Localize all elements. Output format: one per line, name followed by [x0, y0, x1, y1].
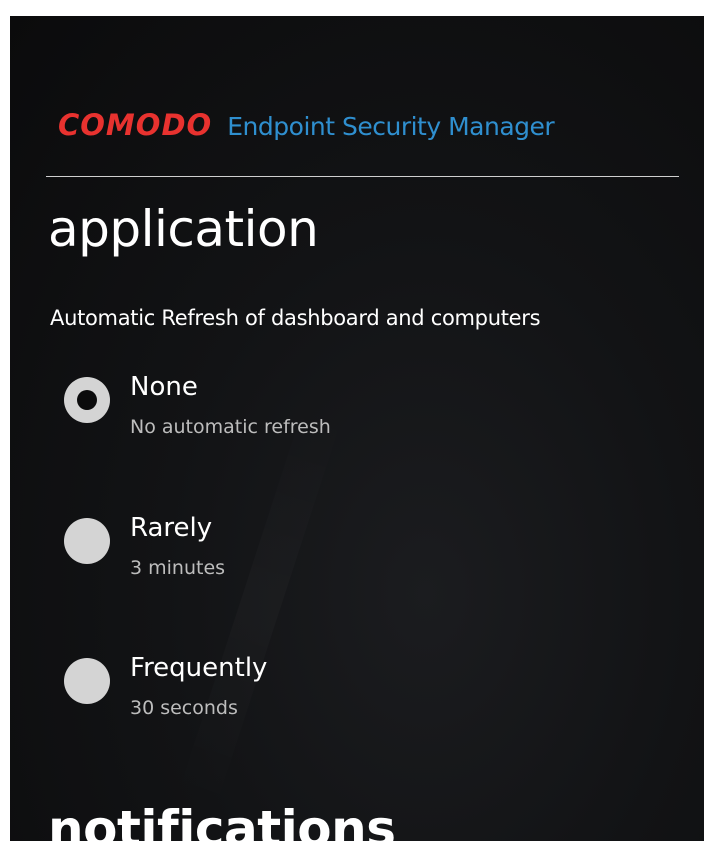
option-title: Frequently — [130, 653, 268, 683]
radio-selected-icon[interactable] — [64, 377, 110, 423]
page-title: application — [48, 200, 319, 258]
refresh-option-none[interactable]: None No automatic refresh — [64, 372, 664, 452]
option-subtitle: 30 seconds — [130, 697, 238, 719]
app-screen: COMODO Endpoint Security Manager applica… — [10, 16, 704, 841]
refresh-setting-label: Automatic Refresh of dashboard and compu… — [50, 306, 541, 330]
product-name: Endpoint Security Manager — [227, 112, 555, 141]
option-title: Rarely — [130, 513, 213, 543]
app-header: COMODO Endpoint Security Manager — [58, 108, 555, 142]
notifications-section-title: notifications — [48, 800, 396, 841]
option-title: None — [130, 372, 198, 402]
option-subtitle: 3 minutes — [130, 557, 226, 579]
radio-unselected-icon[interactable] — [64, 518, 110, 564]
refresh-option-frequently[interactable]: Frequently 30 seconds — [64, 653, 664, 733]
brand-logo: COMODO — [58, 108, 213, 142]
refresh-option-rarely[interactable]: Rarely 3 minutes — [64, 513, 664, 593]
header-divider — [46, 176, 679, 177]
radio-unselected-icon[interactable] — [64, 658, 110, 704]
option-subtitle: No automatic refresh — [130, 416, 331, 438]
